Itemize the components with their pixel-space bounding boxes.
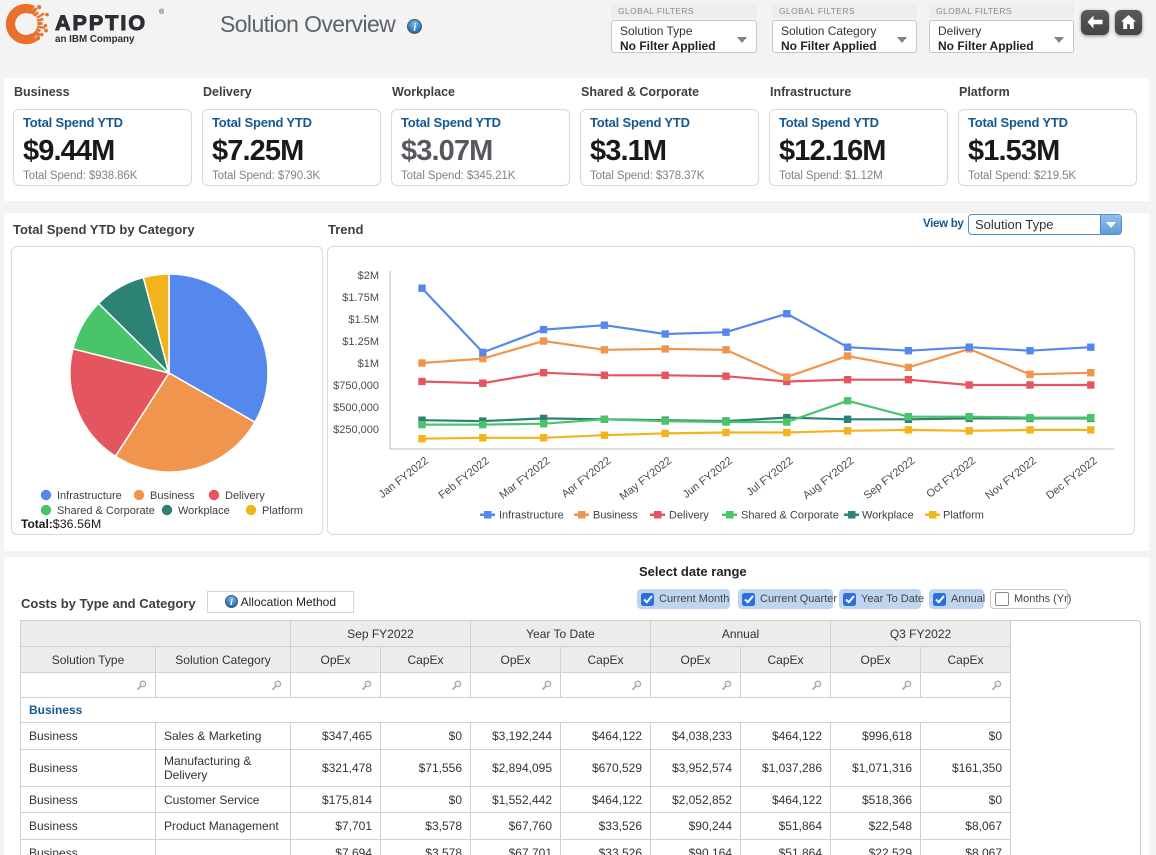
svg-text:$1M: $1M <box>358 358 379 370</box>
svg-text:$2M: $2M <box>358 270 379 282</box>
svg-text:Jun FY2022: Jun FY2022 <box>681 455 735 501</box>
svg-text:Infrastructure: Infrastructure <box>499 510 564 522</box>
svg-text:$1.75M: $1.75M <box>342 292 379 304</box>
svg-text:Platform: Platform <box>943 510 984 522</box>
svg-text:®: ® <box>159 8 164 16</box>
svg-text:Business: Business <box>593 510 638 522</box>
svg-text:Platform: Platform <box>262 505 303 517</box>
svg-text:Dec FY2022: Dec FY2022 <box>1044 455 1100 502</box>
svg-text:Oct FY2022: Oct FY2022 <box>924 455 978 501</box>
svg-text:Mar FY2022: Mar FY2022 <box>497 455 552 502</box>
svg-text:i: i <box>230 598 233 608</box>
svg-text:$750,000: $750,000 <box>333 380 379 392</box>
svg-text:Jul FY2022: Jul FY2022 <box>744 455 795 499</box>
svg-text:Total:$36.56M: Total:$36.56M <box>21 517 101 531</box>
svg-text:APPTIO: APPTIO <box>55 11 147 35</box>
svg-text:Feb FY2022: Feb FY2022 <box>437 455 492 502</box>
svg-text:May FY2022: May FY2022 <box>618 455 675 503</box>
svg-text:Aug FY2022: Aug FY2022 <box>801 455 857 502</box>
svg-text:Nov FY2022: Nov FY2022 <box>983 455 1039 502</box>
svg-text:an IBM Company: an IBM Company <box>55 34 135 45</box>
svg-text:Infrastructure: Infrastructure <box>57 490 122 502</box>
svg-text:$1.5M: $1.5M <box>348 314 379 326</box>
svg-text:Shared & Corporate: Shared & Corporate <box>57 505 155 517</box>
svg-text:Business: Business <box>150 490 195 502</box>
svg-text:Delivery: Delivery <box>669 510 709 522</box>
svg-text:$500,000: $500,000 <box>333 402 379 414</box>
svg-text:Workplace: Workplace <box>862 510 914 522</box>
svg-text:$1.25M: $1.25M <box>342 336 379 348</box>
svg-text:Jan FY2022: Jan FY2022 <box>377 455 431 501</box>
svg-text:Sep FY2022: Sep FY2022 <box>862 455 918 502</box>
svg-text:Delivery: Delivery <box>225 490 265 502</box>
svg-text:Apr FY2022: Apr FY2022 <box>560 455 614 501</box>
svg-text:Workplace: Workplace <box>178 505 230 517</box>
svg-text:Shared & Corporate: Shared & Corporate <box>741 510 839 522</box>
svg-text:$250,000: $250,000 <box>333 424 379 436</box>
